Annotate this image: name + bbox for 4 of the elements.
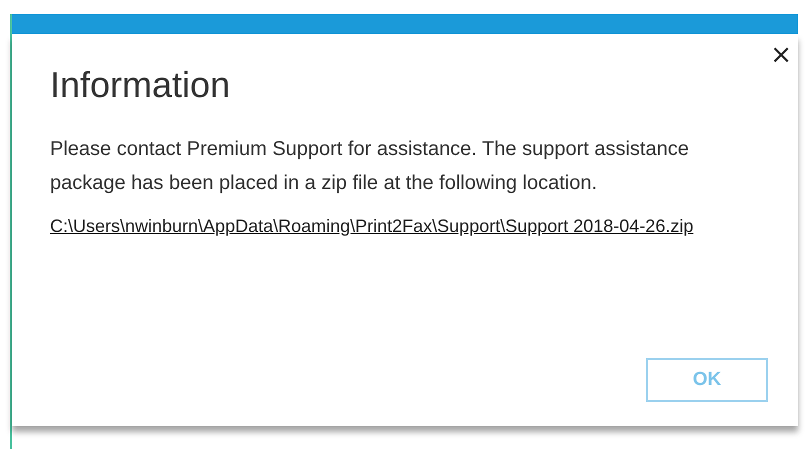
file-path-link[interactable]: C:\Users\nwinburn\AppData\Roaming\Print2Fax\Support\Support 2018-04-26.zip bbox=[50, 212, 740, 240]
message-text: Please contact Premium Support for assistance. The support assistance package has been placed in a zip file at the following location. bbox=[50, 137, 690, 196]
dialog-title: Information bbox=[50, 64, 232, 106]
close-button[interactable]: × bbox=[766, 42, 796, 68]
